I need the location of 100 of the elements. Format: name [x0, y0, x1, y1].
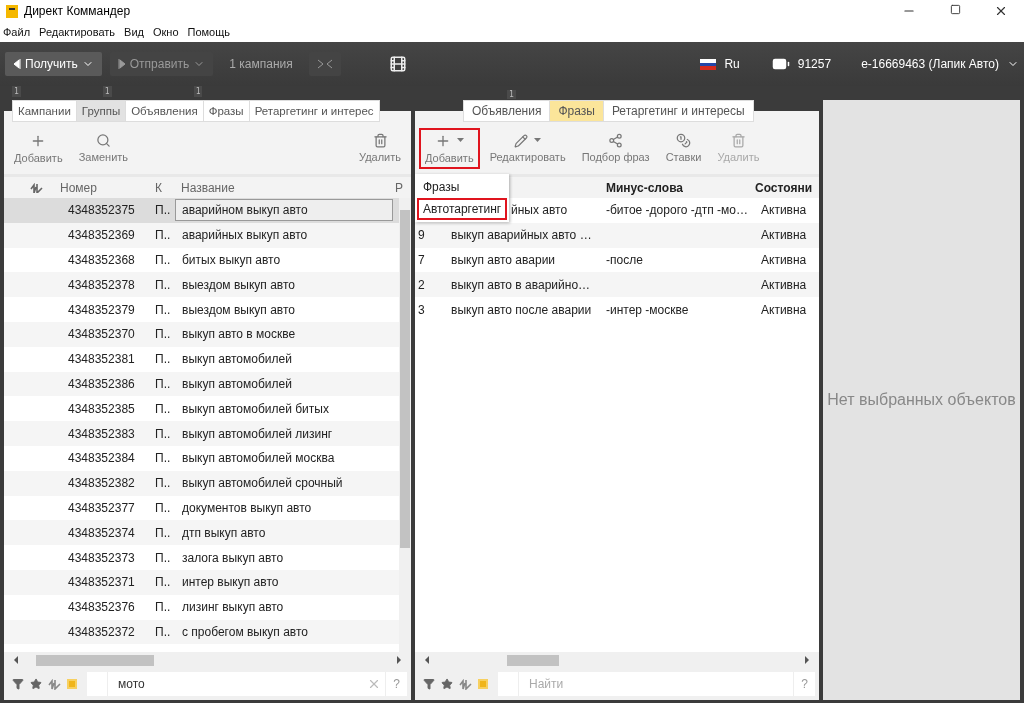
- close-icon[interactable]: [994, 4, 1008, 18]
- table-cell-text: выездом выкуп авто: [181, 277, 296, 292]
- campaign-count: 1 кампания: [228, 57, 294, 71]
- marker-icon[interactable]: [67, 679, 77, 689]
- table-cell-text: выкуп автомобилей лизинг: [181, 426, 334, 441]
- table-cell-text: П..: [155, 352, 172, 367]
- table-row[interactable]: 4348352372 П.. с пробегом выкуп авто: [4, 619, 399, 645]
- column-header[interactable]: Минус-слова: [602, 180, 755, 195]
- table-cell-text: выкуп аварийных авто …: [450, 228, 593, 243]
- bids-button[interactable]: Ставки: [659, 128, 708, 168]
- table-cell-text: 4348352377: [67, 500, 136, 515]
- column-header[interactable]: Р: [395, 180, 411, 195]
- tab[interactable]: Фразы: [202, 100, 249, 122]
- search-button[interactable]: Заменить: [72, 128, 135, 168]
- table-row[interactable]: 4348352374 П.. дтп выкуп авто: [4, 520, 399, 546]
- filter-icon[interactable]: [423, 678, 435, 690]
- table-cell-text: 4348352382: [67, 476, 136, 491]
- table-cell-text: П..: [155, 476, 172, 491]
- tab[interactable]: Группы: [75, 100, 126, 122]
- tab[interactable]: Фразы: [549, 100, 603, 122]
- edit-button[interactable]: Редактировать: [483, 128, 572, 168]
- menu-item[interactable]: Помощь: [187, 26, 230, 38]
- table-row[interactable]: 9 выкуп аварийных авто … Активна: [415, 222, 819, 248]
- table-cell-text: выездом выкуп авто: [181, 302, 296, 317]
- table-cell-text: 4348352386: [67, 376, 136, 391]
- menu-item[interactable]: Вид: [124, 26, 144, 38]
- waves-icon[interactable]: [48, 678, 61, 690]
- column-header[interactable]: Номер: [60, 180, 155, 195]
- nodes-icon: [608, 133, 624, 148]
- waves-icon[interactable]: [30, 182, 44, 193]
- table-cell-text: П..: [155, 401, 172, 416]
- maximize-icon[interactable]: [949, 4, 961, 15]
- count-badge: 1: [507, 90, 516, 99]
- table-cell-text: П..: [155, 376, 172, 391]
- table-row[interactable]: 4348352370 П.. выкуп авто в москве: [4, 322, 399, 347]
- column-header[interactable]: К: [155, 180, 175, 195]
- table-cell-text: 4348352373: [67, 550, 136, 565]
- table-cell-text: лизинг выкуп авто: [181, 600, 285, 615]
- table-cell-text: выкуп автомобилей срочный: [181, 476, 344, 491]
- menu-item[interactable]: Автотаргетинг: [417, 198, 507, 220]
- send-icon: [117, 59, 126, 69]
- get-button[interactable]: Получить: [5, 52, 102, 76]
- star-icon[interactable]: [30, 678, 42, 690]
- edit-field[interactable]: аварийном выкуп авто: [175, 199, 393, 222]
- table-row[interactable]: 4348352369 П.. аварийных выкуп авто: [4, 222, 399, 248]
- table-cell-text: П..: [155, 277, 172, 292]
- table-cell-text: выкуп автомобилей: [181, 352, 293, 367]
- menu-item[interactable]: Окно: [152, 26, 179, 38]
- delete-button[interactable]: Удалить: [353, 128, 407, 168]
- table-cell-text: П..: [155, 500, 172, 515]
- table-row[interactable]: 4348352375 П.. аварийном выкуп авто: [4, 198, 399, 223]
- table-cell-text: 4348352368: [67, 253, 136, 267]
- search-icon: [95, 133, 111, 148]
- table-row[interactable]: 4348352383 П.. выкуп автомобилей лизинг: [4, 421, 399, 446]
- add-button[interactable]: Добавить: [8, 127, 69, 169]
- column-header[interactable]: Название: [175, 180, 395, 195]
- table-cell-text: П..: [155, 327, 172, 342]
- receive-icon: [13, 59, 21, 69]
- tab[interactable]: Объявления: [125, 100, 203, 122]
- column-header[interactable]: Состояни: [755, 180, 819, 195]
- table-cell-text: выкуп автомобилей москва: [181, 451, 336, 466]
- table-cell-text: выкуп авто после аварии: [450, 302, 593, 317]
- table-cell-text: 4348352376: [67, 600, 136, 615]
- table-cell-text: дтп выкуп авто: [181, 525, 267, 540]
- tab[interactable]: Кампании: [12, 100, 76, 122]
- tab[interactable]: Ретаргетинг и интерес: [248, 100, 380, 122]
- table-cell-text: с пробегом выкуп авто: [181, 624, 309, 639]
- search-field[interactable]: мото ?: [87, 672, 407, 696]
- pick-button[interactable]: Подбор фраз: [575, 128, 656, 168]
- account-label[interactable]: e-16669463 (Лапик Авто): [861, 57, 999, 71]
- table-cell-text: П..: [155, 550, 172, 565]
- filter-icon[interactable]: [12, 678, 24, 690]
- table-cell-text: П..: [155, 600, 172, 615]
- count-badge: 1: [193, 86, 203, 97]
- menu-item[interactable]: Файл: [3, 26, 31, 38]
- table-row[interactable]: 4348352378 П.. выездом выкуп авто: [4, 272, 399, 298]
- count-badge: 1: [102, 86, 112, 97]
- star-icon[interactable]: [441, 678, 453, 690]
- table-row[interactable]: 2 выкуп авто в аварийно… Активна: [415, 272, 819, 298]
- table-row[interactable]: 4348352382 П.. выкуп автомобилей срочный: [4, 470, 399, 496]
- add-button[interactable]: Добавить: [419, 127, 480, 169]
- waves-icon[interactable]: [459, 678, 472, 690]
- tab[interactable]: Ретаргетинг и интересы: [602, 100, 754, 122]
- table-cell-text: 9: [417, 228, 426, 243]
- table-row[interactable]: 4348352386 П.. выкуп автомобилей: [4, 371, 399, 397]
- marker-icon[interactable]: [478, 679, 488, 689]
- film-icon[interactable]: [388, 55, 407, 73]
- tab[interactable]: Объявления: [463, 100, 550, 122]
- language-label[interactable]: Ru: [724, 57, 740, 71]
- clear-icon[interactable]: [367, 677, 381, 691]
- count-badge: 1: [12, 86, 21, 97]
- flag-icon: [700, 58, 717, 70]
- table-cell-text: 4348352371: [67, 575, 136, 590]
- table-cell-text: выкуп автомобилей: [181, 376, 293, 391]
- table-cell-text: -после: [605, 253, 644, 267]
- table-row[interactable]: 4348352371 П.. интер выкуп авто: [4, 569, 399, 595]
- menu-item[interactable]: Редактировать: [39, 26, 116, 38]
- menu-item[interactable]: Фразы: [417, 176, 507, 198]
- table-cell-text: 4348352379: [67, 302, 136, 317]
- table-cell-text: выкуп авто в москве: [181, 327, 297, 342]
